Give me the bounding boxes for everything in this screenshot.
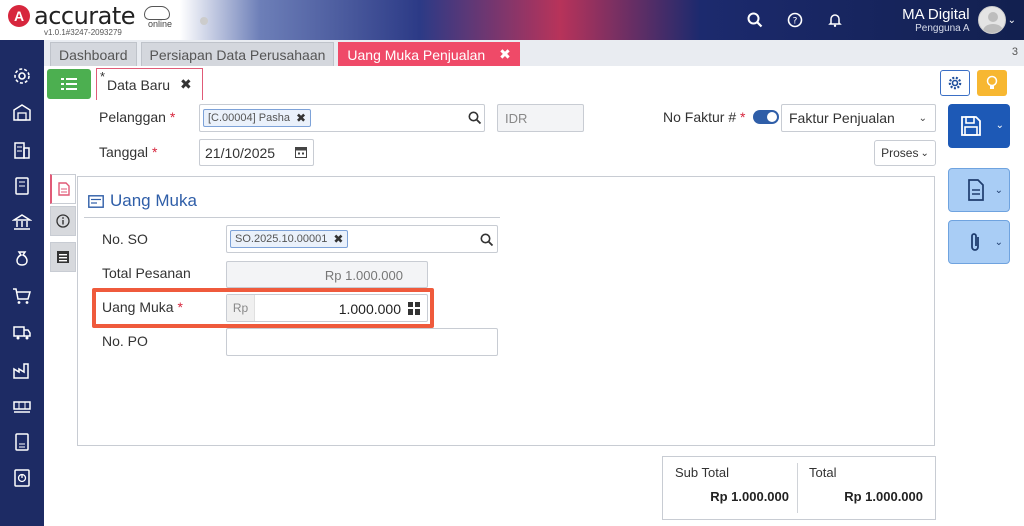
tab-persiapan-data[interactable]: Persiapan Data Perusahaan <box>140 42 335 66</box>
attachment-button[interactable]: ⌄ <box>948 220 1010 264</box>
faktur-type-select[interactable]: Faktur Penjualan ⌄ <box>781 104 936 132</box>
tab-bar: Dashboard Persiapan Data Perusahaan Uang… <box>50 40 1024 66</box>
pelanggan-label: Pelanggan * <box>99 109 176 125</box>
total-pesanan-label: Total Pesanan <box>102 265 191 281</box>
document-button[interactable]: ⌄ <box>948 168 1010 212</box>
user-role: Pengguna A <box>915 23 970 34</box>
report-icon[interactable] <box>12 468 32 488</box>
truck-icon[interactable] <box>12 322 32 342</box>
chevron-down-icon[interactable]: ⌄ <box>995 185 1003 196</box>
search-icon[interactable] <box>746 11 764 29</box>
building-icon[interactable] <box>12 140 32 160</box>
pelanggan-chip[interactable]: [C.00004] Pasha ✖ <box>203 109 312 127</box>
document-icon <box>57 182 70 196</box>
no-so-chip[interactable]: SO.2025.10.00001 ✖ <box>230 230 349 248</box>
tab-info[interactable] <box>50 206 76 236</box>
chip-remove-icon[interactable]: ✖ <box>296 111 306 125</box>
sidebar <box>0 40 44 526</box>
tab-archive[interactable] <box>50 242 76 272</box>
user-menu[interactable]: MA Digital Pengguna A ⌄ <box>902 6 1016 34</box>
status-dot-icon <box>200 17 208 25</box>
tab-document[interactable] <box>50 174 76 204</box>
save-button[interactable]: ⌄ <box>948 104 1010 148</box>
search-icon[interactable] <box>480 233 494 247</box>
avatar[interactable] <box>977 6 1006 34</box>
settings-icon[interactable] <box>12 66 32 86</box>
chip-remove-icon[interactable]: ✖ <box>333 232 343 246</box>
sub-total-label: Sub Total <box>675 465 729 480</box>
gear-icon[interactable] <box>940 70 970 96</box>
proses-button[interactable]: Proses ⌄ <box>874 140 936 166</box>
sub-total-value: Rp 1.000.000 <box>710 489 789 504</box>
pallet-icon[interactable] <box>12 396 32 416</box>
close-icon[interactable]: ✖ <box>180 76 192 93</box>
archive-icon <box>57 251 69 263</box>
tab-uang-muka-penjualan[interactable]: Uang Muka Penjualan ✖ <box>338 42 520 66</box>
cloud-icon <box>144 6 170 20</box>
unsaved-mark: * <box>100 69 106 84</box>
chevron-down-icon: ⌄ <box>920 147 929 159</box>
subtab-data-baru[interactable]: * Data Baru ✖ <box>96 68 203 100</box>
warehouse-icon[interactable] <box>12 102 32 122</box>
chevron-down-icon[interactable]: ⌄ <box>1008 15 1016 26</box>
top-bar: A accurate online v1.0.1#3247-2093279 ? … <box>0 0 1024 40</box>
factory-icon[interactable] <box>12 360 32 380</box>
cart-icon[interactable] <box>12 286 32 306</box>
chevron-down-icon[interactable]: ⌄ <box>996 120 1004 131</box>
main-panel: * Data Baru ✖ Pelanggan * [C.00004] Pash… <box>44 66 1024 526</box>
chevron-down-icon: ⌄ <box>918 113 927 124</box>
no-so-label: No. SO <box>102 231 148 247</box>
no-po-label: No. PO <box>102 333 148 349</box>
lightbulb-icon[interactable] <box>977 70 1007 96</box>
tab-count[interactable]: 3 <box>1012 46 1018 58</box>
total-pesanan-value: Rp 1.000.000 <box>226 261 428 288</box>
money-bag-icon[interactable] <box>12 248 32 268</box>
uang-muka-highlight <box>92 288 434 328</box>
search-icon[interactable] <box>468 111 482 125</box>
auto-number-toggle[interactable] <box>753 110 779 124</box>
close-icon[interactable]: ✖ <box>499 46 511 63</box>
bell-icon[interactable] <box>826 11 844 29</box>
book-icon[interactable] <box>12 176 32 196</box>
list-view-button[interactable] <box>47 69 91 99</box>
currency-field: IDR <box>497 104 584 132</box>
app-logo[interactable]: A accurate <box>8 2 136 30</box>
logo-mark: A <box>8 5 30 27</box>
no-faktur-label: No Faktur # * <box>663 109 746 125</box>
tanggal-label: Tanggal * <box>99 144 158 160</box>
chevron-down-icon[interactable]: ⌄ <box>995 237 1003 248</box>
total-value: Rp 1.000.000 <box>844 489 923 504</box>
calendar-icon[interactable] <box>295 146 307 161</box>
money-icon <box>88 194 104 208</box>
logo-online-text: online <box>148 19 173 29</box>
section-title: Uang Muka <box>88 191 197 211</box>
user-name: MA Digital <box>902 6 970 23</box>
document-icon <box>968 179 984 201</box>
totals-divider <box>797 463 798 513</box>
paperclip-icon <box>971 233 979 251</box>
version-text: v1.0.1#3247-2093279 <box>44 28 122 37</box>
tax-icon[interactable] <box>12 432 32 452</box>
bank-icon[interactable] <box>11 212 33 232</box>
totals-panel: Sub Total Rp 1.000.000 Total Rp 1.000.00… <box>662 456 936 520</box>
tab-dashboard[interactable]: Dashboard <box>50 42 137 66</box>
save-icon <box>961 116 981 136</box>
help-icon[interactable]: ? <box>786 11 804 29</box>
no-po-input[interactable] <box>226 328 498 356</box>
logo-text: accurate <box>34 2 136 30</box>
section-divider <box>84 217 500 218</box>
total-label: Total <box>809 465 837 480</box>
info-icon <box>56 214 70 228</box>
svg-text:?: ? <box>793 17 798 27</box>
